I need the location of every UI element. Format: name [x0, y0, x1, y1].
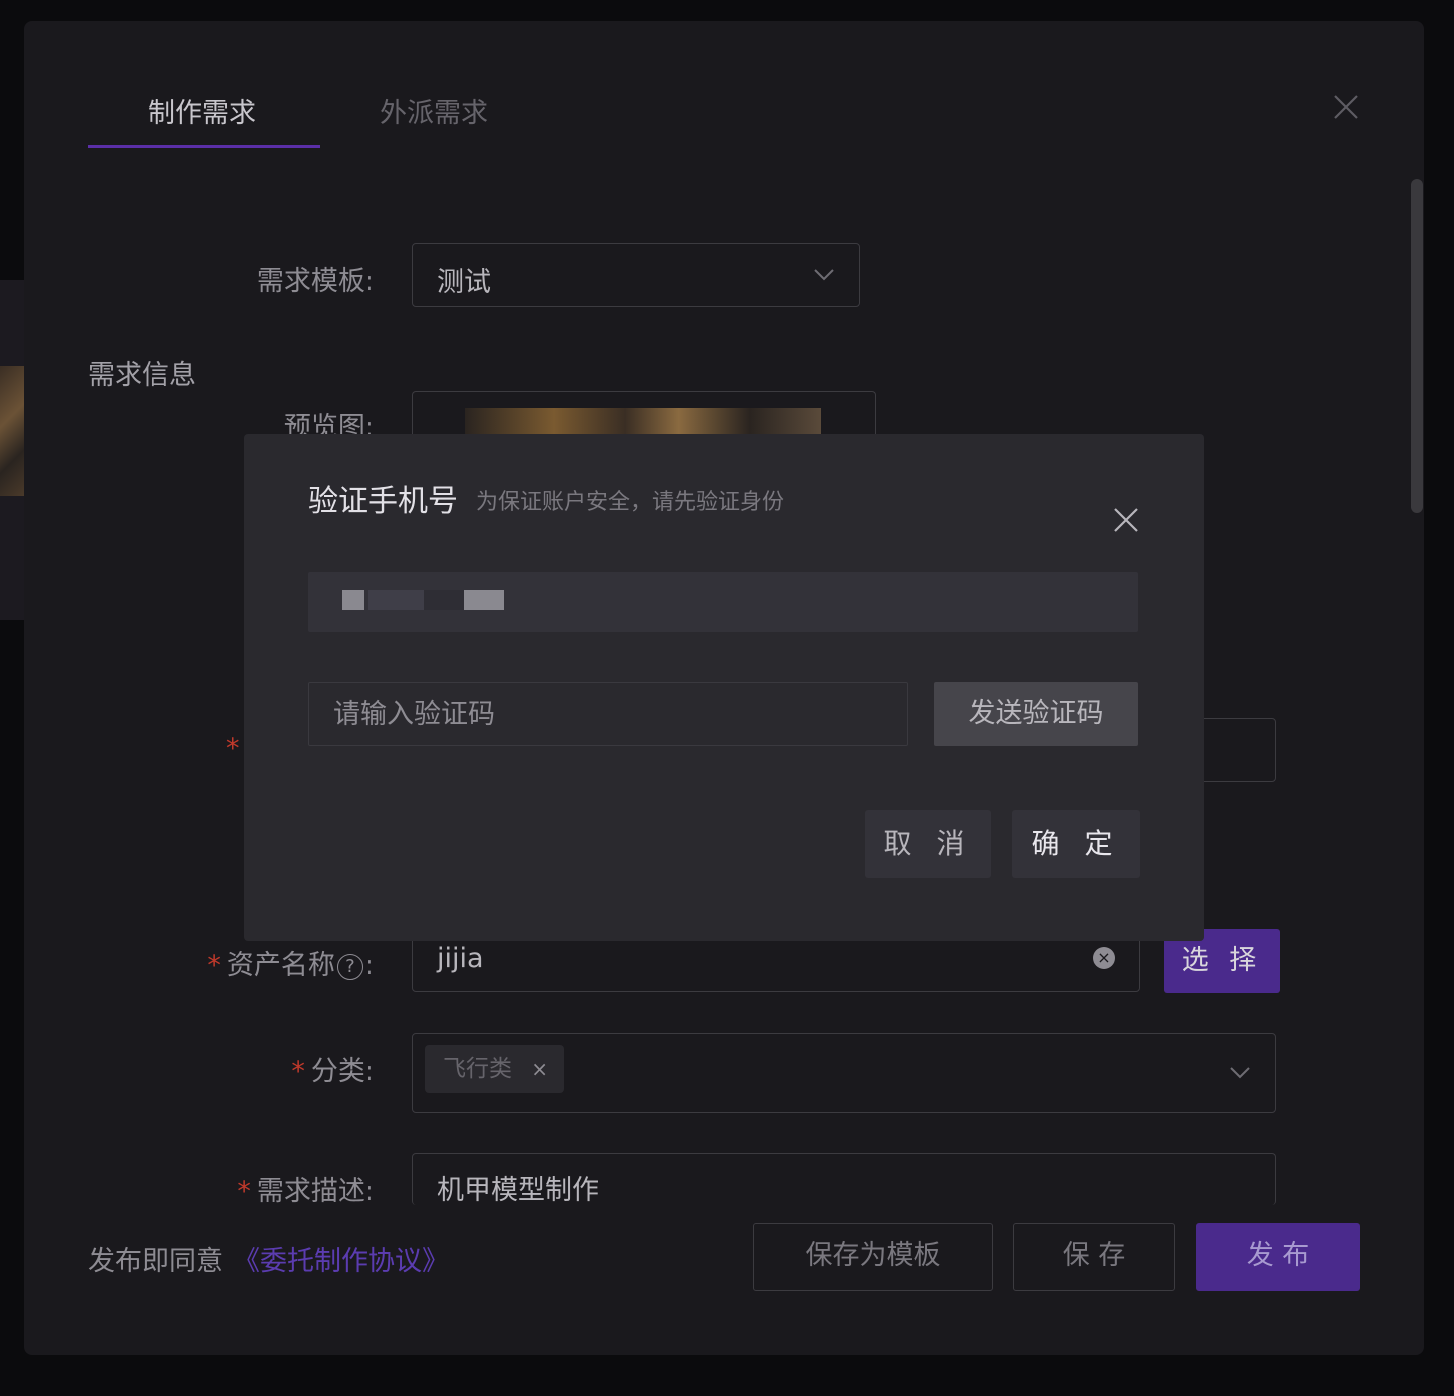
- template-label: 需求模板:: [256, 266, 374, 297]
- chevron-down-icon: [1230, 1067, 1250, 1079]
- category-tag: 飞行类 ×: [425, 1045, 564, 1093]
- dialog-subtitle: 为保证账户安全，请先验证身份: [476, 490, 785, 515]
- chevron-down-icon: [814, 269, 834, 281]
- agreement-link[interactable]: 《委托制作协议》: [233, 1246, 449, 1277]
- required-mark: *: [226, 733, 240, 764]
- description-value: 机甲模型制作: [437, 1175, 599, 1206]
- verification-code-input[interactable]: [309, 683, 907, 745]
- dialog-title: 验证手机号: [308, 484, 458, 519]
- agreement-notice: 发布即同意 《委托制作协议》: [88, 1239, 449, 1278]
- masked-phone: [368, 590, 424, 610]
- background-page-strip: [0, 280, 24, 620]
- masked-phone: [342, 590, 364, 610]
- category-tag-label: 飞行类: [443, 1056, 512, 1082]
- verification-code-field[interactable]: [308, 682, 908, 746]
- tab-production-requirement[interactable]: 制作需求: [148, 91, 256, 130]
- publish-button[interactable]: 发 布: [1196, 1223, 1360, 1291]
- description-label: * 需求描述:: [34, 1169, 374, 1208]
- masked-phone: [424, 590, 464, 610]
- scrollbar[interactable]: [1411, 179, 1423, 513]
- section-title: 需求信息: [88, 360, 196, 391]
- asset-name-colon: :: [364, 950, 374, 981]
- category-text: 分类:: [310, 1056, 374, 1087]
- masked-phone: [464, 590, 504, 610]
- required-mark: *: [207, 950, 221, 981]
- help-icon[interactable]: ?: [336, 954, 363, 980]
- asset-name-text: 资产名称: [226, 950, 335, 981]
- category-label: * 分类:: [34, 1049, 374, 1088]
- save-button[interactable]: 保 存: [1013, 1223, 1175, 1291]
- tab-outsource-requirement[interactable]: 外派需求: [380, 91, 488, 130]
- template-select[interactable]: 测试: [412, 243, 860, 307]
- description-textarea[interactable]: 机甲模型制作: [412, 1153, 1276, 1206]
- close-icon[interactable]: [1112, 506, 1140, 534]
- cancel-button[interactable]: 取 消: [865, 810, 991, 878]
- phone-number-display: [308, 572, 1138, 632]
- asset-name-label: * 资产名称?:: [34, 943, 374, 982]
- asset-name-value: jijia: [437, 943, 484, 974]
- verify-phone-dialog: 验证手机号 为保证账户安全，请先验证身份 发送验证码 取 消 确 定: [244, 434, 1204, 941]
- confirm-button[interactable]: 确 定: [1012, 810, 1140, 878]
- active-tab-indicator: [88, 145, 320, 148]
- description-text: 需求描述:: [256, 1176, 374, 1207]
- send-code-button[interactable]: 发送验证码: [934, 682, 1138, 746]
- close-icon[interactable]: [1332, 93, 1360, 121]
- background-thumbnail: [0, 366, 24, 496]
- required-mark: *: [237, 1176, 251, 1207]
- save-as-template-button[interactable]: 保存为模板: [753, 1223, 993, 1291]
- clear-icon[interactable]: ×: [1093, 947, 1115, 969]
- required-mark: *: [291, 1056, 305, 1087]
- category-select[interactable]: 飞行类 ×: [412, 1033, 1276, 1113]
- tag-remove-icon[interactable]: ×: [531, 1045, 548, 1093]
- agreement-prefix: 发布即同意: [88, 1246, 223, 1277]
- template-value: 测试: [437, 267, 491, 298]
